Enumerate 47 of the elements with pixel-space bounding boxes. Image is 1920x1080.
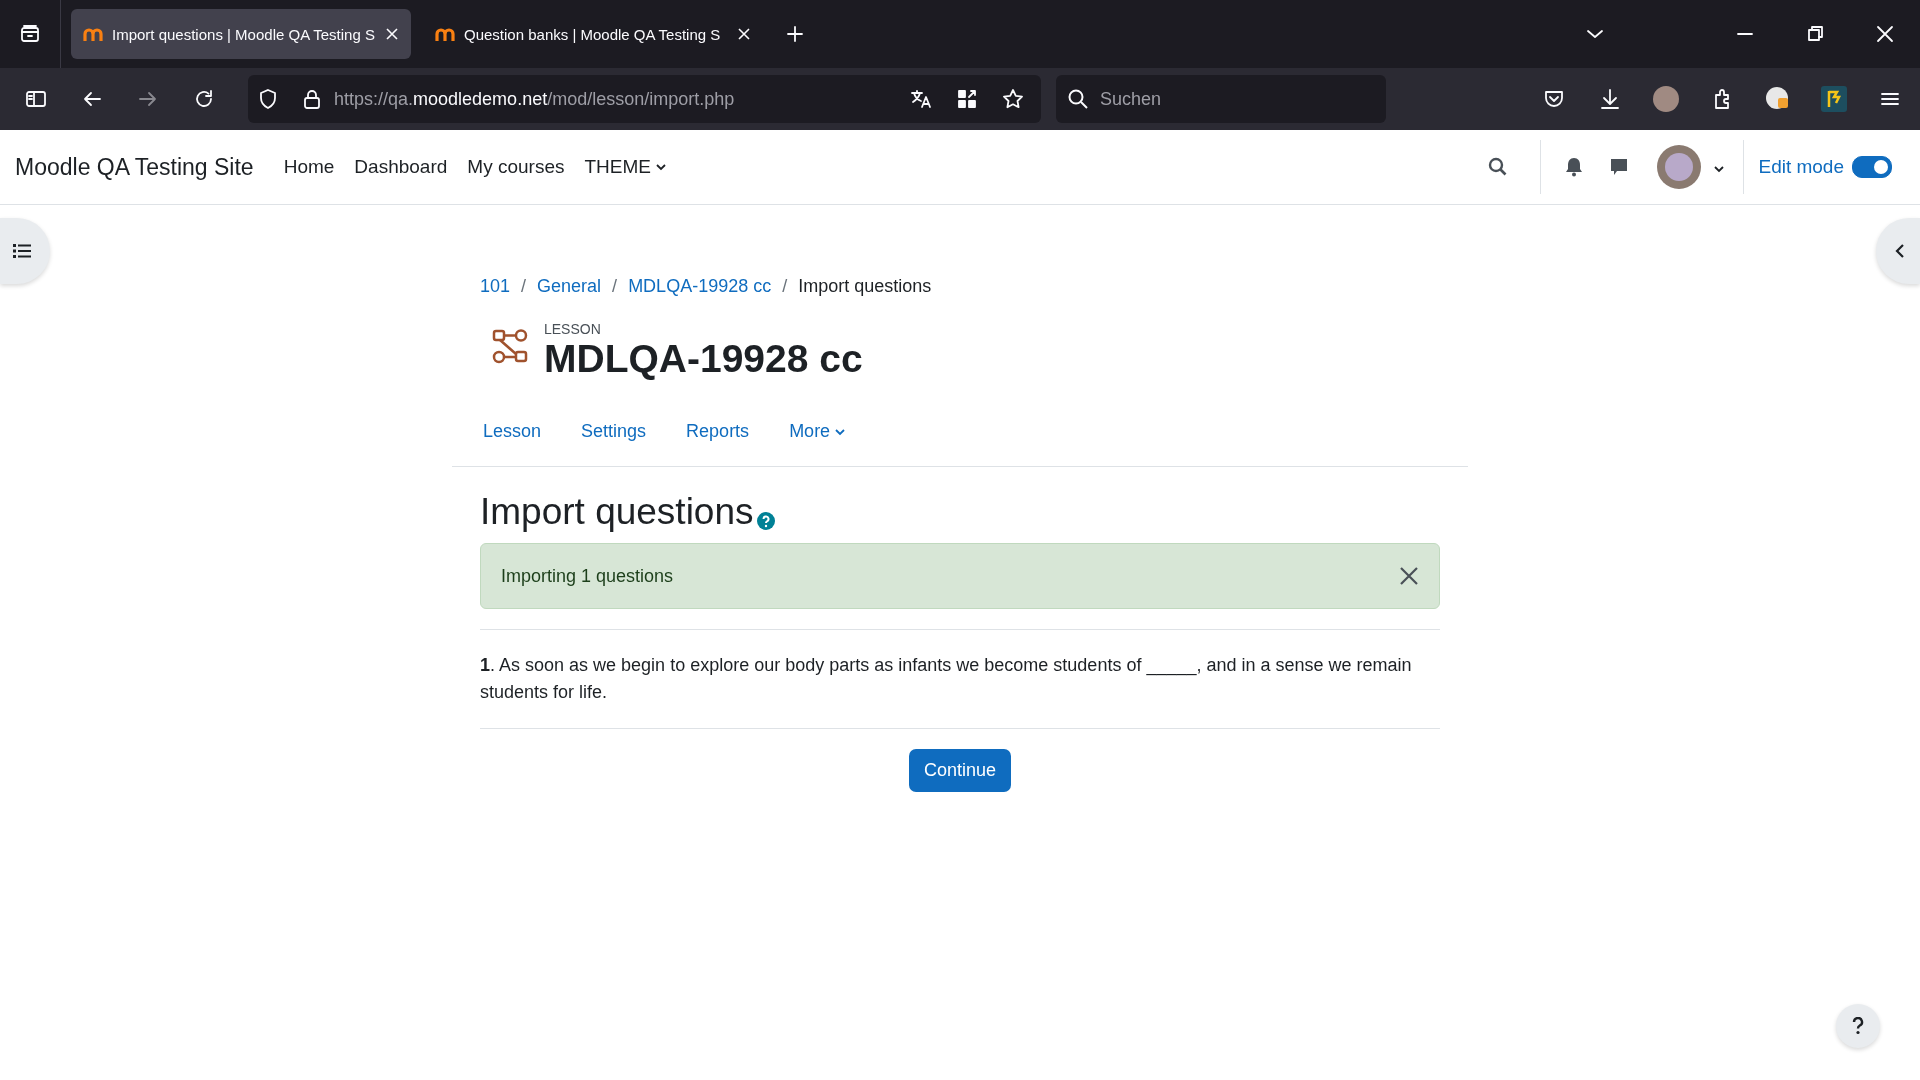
secondary-nav-link[interactable]: More xyxy=(778,421,858,442)
list-icon xyxy=(13,243,31,259)
address-bar[interactable]: https://qa.moodledemo.net/mod/lesson/import.php xyxy=(248,75,1041,123)
secondary-nav-link[interactable]: Settings xyxy=(570,421,658,442)
question-mark-icon xyxy=(1852,1017,1864,1035)
nav-link[interactable]: THEME xyxy=(574,156,677,178)
search-field[interactable]: Suchen xyxy=(1056,75,1386,123)
breadcrumb-link[interactable]: 101 xyxy=(480,271,511,301)
chevron-left-icon xyxy=(1895,243,1905,259)
help-button[interactable] xyxy=(1836,1004,1880,1048)
breadcrumb-separator: / xyxy=(612,275,618,298)
chat-icon[interactable] xyxy=(1609,157,1630,177)
continue-button[interactable]: Continue xyxy=(908,749,1012,792)
block-drawer-toggle[interactable] xyxy=(1876,218,1920,284)
site-name[interactable]: Moodle QA Testing Site xyxy=(15,153,254,181)
edit-mode-toggle[interactable] xyxy=(1852,156,1892,178)
browser-tab[interactable]: Import questions | Moodle QA Testing S xyxy=(71,9,411,59)
nav-link[interactable]: My courses xyxy=(457,156,575,178)
secondary-nav-link[interactable]: Reports xyxy=(675,421,761,442)
user-avatar[interactable] xyxy=(1657,145,1702,189)
breadcrumb-link[interactable]: MDLQA-19928 cc xyxy=(628,271,772,301)
secondary-nav-link[interactable]: Lesson xyxy=(472,421,553,442)
url-text: https://qa.moodledemo.net/mod/lesson/import.php xyxy=(334,88,736,110)
lesson-icon xyxy=(492,327,530,365)
browser-tab[interactable]: Question banks | Moodle QA Testing S xyxy=(423,9,763,59)
section-heading: Import questions xyxy=(480,491,754,533)
course-index-toggle[interactable] xyxy=(0,218,50,284)
nav-link[interactable]: Home xyxy=(273,156,345,178)
caret-icon xyxy=(654,163,667,171)
arch-logo-icon xyxy=(435,26,457,42)
nav-link[interactable]: Dashboard xyxy=(344,156,458,178)
caret-icon xyxy=(834,427,847,436)
arch-logo-icon xyxy=(83,26,105,42)
alert-message: Importing 1 questions xyxy=(501,565,675,587)
caret-icon xyxy=(1713,165,1726,173)
question-text: 1. As soon as we begin to explore our body parts as infants we become students of _____, and in a sense we remain students for life. xyxy=(480,654,1413,704)
edit-mode-label: Edit mode xyxy=(1758,156,1844,178)
help-icon[interactable] xyxy=(756,512,775,530)
bell-icon[interactable] xyxy=(1565,157,1584,177)
breadcrumb-separator: / xyxy=(521,275,527,298)
breadcrumb-separator: / xyxy=(782,275,788,298)
page-title: MDLQA-19928 cc xyxy=(544,337,863,381)
search-icon[interactable] xyxy=(1488,157,1509,177)
breadcrumb-current: Import questions xyxy=(798,275,932,298)
close-icon[interactable] xyxy=(1399,566,1419,586)
breadcrumb-link[interactable]: General xyxy=(537,271,602,301)
activity-type: LESSON xyxy=(544,321,602,337)
